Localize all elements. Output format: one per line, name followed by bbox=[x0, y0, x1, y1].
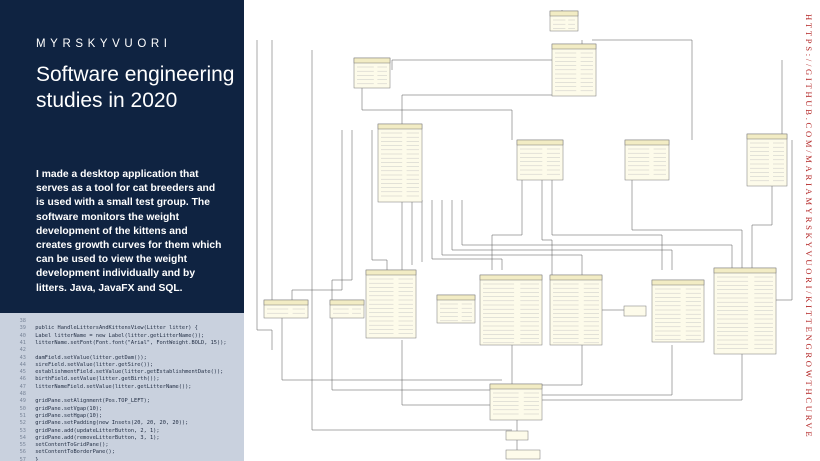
project-description: I made a desktop application that serves… bbox=[36, 169, 222, 294]
github-url[interactable]: HTTPS://GITHUB.COM/MARIAMYRSKYVUORI/KITT… bbox=[804, 14, 814, 439]
code-text: damField.setValue(litter.getDam()); bbox=[32, 354, 147, 361]
uml-diagram-svg bbox=[256, 10, 793, 460]
code-text: litterNameField.setValue(litter.getLitte… bbox=[32, 383, 192, 390]
code-text: Label litterName = new Label(litter.getL… bbox=[32, 332, 205, 339]
code-text: gridPane.add(updateLitterButton, 2, 1); bbox=[32, 427, 160, 434]
uml-class-diagram bbox=[252, 0, 800, 461]
page-title: Software engineering studies in 2020 bbox=[36, 63, 235, 112]
brand-name: MYRSKYVUORI bbox=[36, 38, 172, 50]
line-number: 57 bbox=[19, 456, 26, 461]
code-text: birthField.setValue(litter.getBirth()); bbox=[32, 376, 160, 383]
code-text: gridPane.setAlignment(Pos.TOP_LEFT); bbox=[32, 398, 150, 405]
uml-boxes bbox=[263, 10, 788, 460]
code-snippet: 38 39 public HandleLittersAndKittensView(… bbox=[0, 313, 244, 461]
code-text: litterName.setFont(Font.font("Arial", Fo… bbox=[32, 339, 227, 346]
code-text: sireField.setValue(litter.getSire()); bbox=[32, 361, 154, 368]
code-text: gridPane.setHgap(10); bbox=[32, 412, 103, 419]
code-text: public HandleLittersAndKittensView(Litte… bbox=[32, 325, 198, 332]
code-text: } bbox=[32, 456, 39, 461]
code-text: setContentToBorderPane(); bbox=[32, 449, 115, 456]
code-line: 57 } bbox=[0, 456, 244, 461]
code-text: setContentToGridPane(); bbox=[32, 442, 109, 449]
code-text: establishmentField.setValue(litter.getEs… bbox=[32, 369, 224, 376]
code-text: gridPane.setPadding(new Insets(20, 20, 2… bbox=[32, 420, 189, 427]
code-text: gridPane.add(removeLitterButton, 3, 1); bbox=[32, 434, 160, 441]
code-text: gridPane.setVgap(10); bbox=[32, 405, 103, 412]
github-url-sidebar[interactable]: HTTPS://GITHUB.COM/MARIAMYRSKYVUORI/KITT… bbox=[804, 8, 814, 458]
